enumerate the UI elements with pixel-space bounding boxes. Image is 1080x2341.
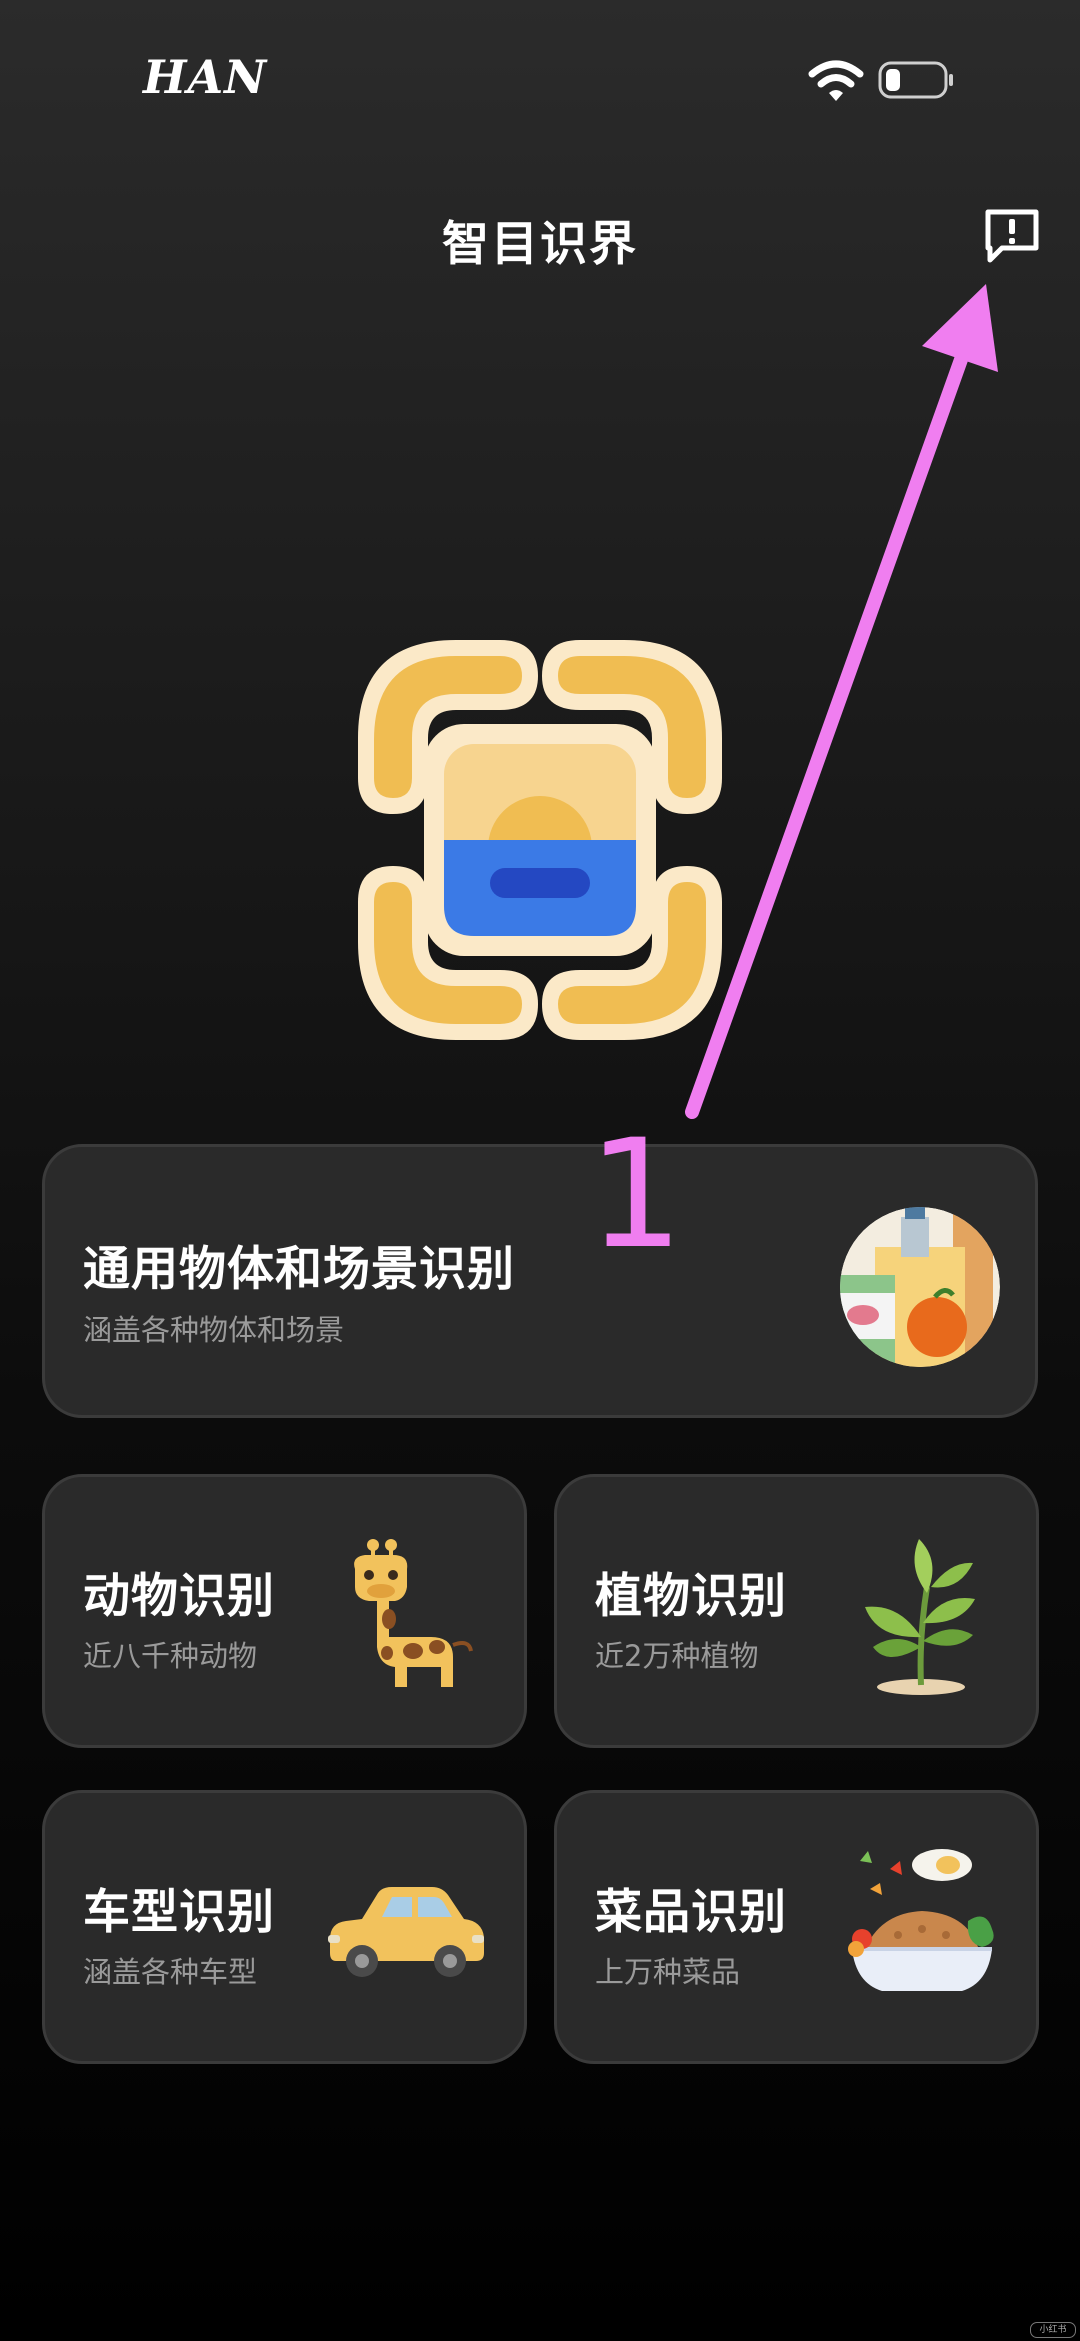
card-title: 车型识别 — [83, 1885, 275, 1940]
plant-icon — [865, 1539, 975, 1695]
page-title: 智目识界 — [442, 217, 638, 272]
annotation-number: 1 — [588, 1108, 684, 1282]
feedback-icon[interactable] — [980, 204, 1044, 268]
car-icon — [328, 1887, 484, 1977]
groceries-icon — [840, 1207, 1000, 1367]
plant-recognition-card[interactable]: 植物识别 近2万种植物 — [554, 1474, 1039, 1748]
card-subtitle: 上万种菜品 — [595, 1955, 741, 1989]
dish-icon — [848, 1849, 994, 1991]
animal-recognition-card[interactable]: 动物识别 近八千种动物 — [42, 1474, 527, 1748]
dish-recognition-card[interactable]: 菜品识别 上万种菜品 — [554, 1790, 1039, 2064]
giraffe-icon — [354, 1539, 473, 1687]
card-title: 植物识别 — [595, 1569, 787, 1624]
car-recognition-card[interactable]: 车型识别 涵盖各种车型 — [42, 1790, 527, 2064]
card-title: 动物识别 — [83, 1569, 275, 1624]
watermark: 小红书 — [1030, 2322, 1076, 2338]
recognition-logo-icon — [358, 640, 722, 1040]
card-subtitle: 涵盖各种物体和场景 — [83, 1313, 345, 1347]
card-title: 菜品识别 — [595, 1885, 787, 1940]
card-subtitle: 涵盖各种车型 — [83, 1955, 258, 1989]
general-recognition-card[interactable]: 通用物体和场景识别 涵盖各种物体和场景 — [42, 1144, 1038, 1418]
card-subtitle: 近八千种动物 — [83, 1639, 258, 1673]
carrier-name: HAN — [143, 50, 268, 104]
card-subtitle: 近2万种植物 — [595, 1639, 759, 1673]
card-title: 通用物体和场景识别 — [83, 1242, 515, 1297]
wifi-icon — [808, 60, 864, 101]
battery-icon — [878, 61, 953, 99]
